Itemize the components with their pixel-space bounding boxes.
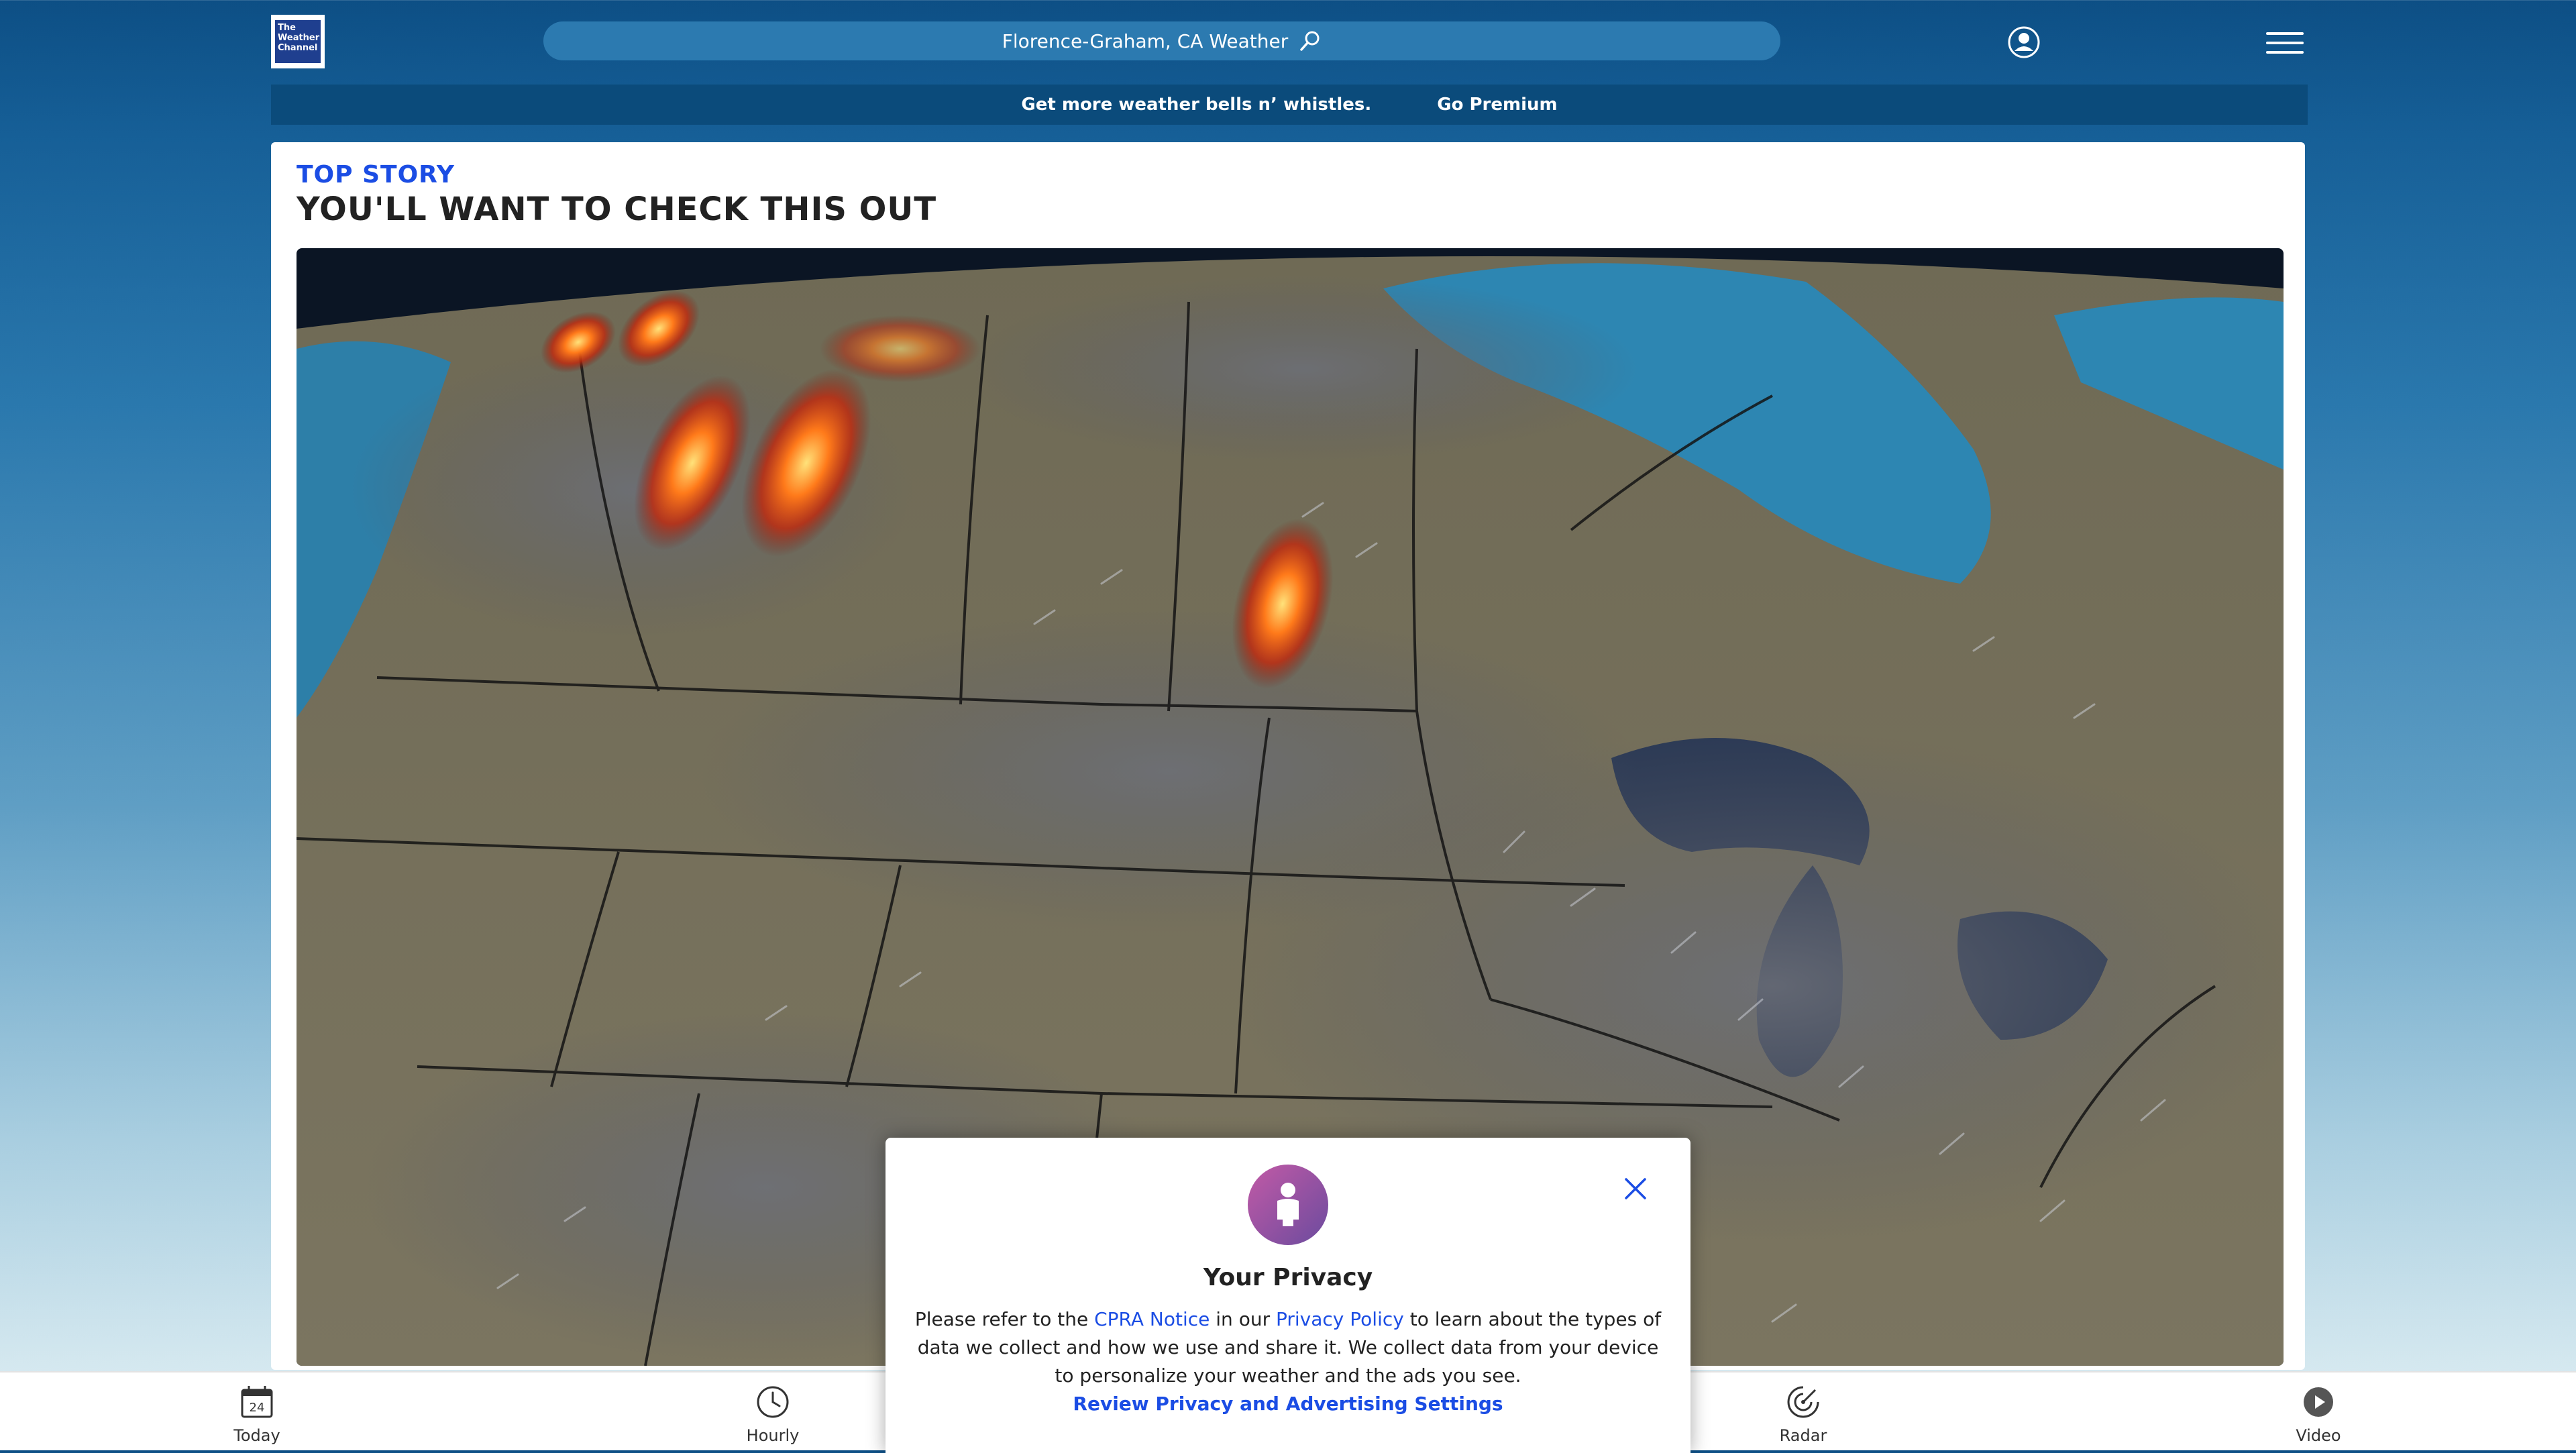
privacy-text-1: Please refer to the	[914, 1308, 1095, 1330]
search-location-text: Florence-Graham, CA Weather	[1002, 30, 1289, 52]
location-search-bar[interactable]: Florence-Graham, CA Weather	[543, 21, 1780, 60]
play-icon	[2304, 1387, 2333, 1417]
review-privacy-settings-link[interactable]: Review Privacy and Advertising Settings	[885, 1393, 1690, 1415]
calendar-icon: 24	[241, 1386, 273, 1418]
nav-today[interactable]: 24 Today	[203, 1382, 311, 1445]
privacy-policy-link[interactable]: Privacy Policy	[1276, 1308, 1404, 1330]
go-premium-link[interactable]: Go Premium	[1437, 95, 1557, 115]
calendar-badge: 24	[250, 1401, 265, 1415]
privacy-body: Please refer to the CPRA Notice in our P…	[912, 1305, 1664, 1390]
privacy-avatar-icon	[1248, 1165, 1328, 1245]
close-icon[interactable]	[1622, 1175, 1649, 1202]
privacy-text-2: in our	[1210, 1308, 1276, 1330]
nav-video-label: Video	[2296, 1426, 2341, 1445]
nav-hourly[interactable]: Hourly	[719, 1382, 826, 1445]
promo-message: Get more weather bells n’ whistles.	[1021, 95, 1372, 115]
story-headline[interactable]: YOU'LL WANT TO CHECK THIS OUT	[297, 191, 936, 228]
nav-hourly-label: Hourly	[746, 1426, 800, 1445]
account-icon[interactable]	[2007, 25, 2041, 59]
premium-promo-bar: Get more weather bells n’ whistles. Go P…	[271, 85, 2308, 125]
nav-video[interactable]: Video	[2265, 1382, 2372, 1445]
radar-icon	[1787, 1386, 1819, 1418]
search-icon	[1300, 31, 1320, 51]
hamburger-menu-icon[interactable]	[2266, 30, 2304, 56]
logo-text: The Weather Channel	[275, 20, 321, 63]
clock-icon	[757, 1386, 789, 1418]
site-header: The Weather Channel Florence-Graham, CA …	[0, 0, 2576, 83]
privacy-title: Your Privacy	[1203, 1264, 1373, 1291]
weather-channel-logo[interactable]: The Weather Channel	[271, 15, 325, 68]
cpra-notice-link[interactable]: CPRA Notice	[1094, 1308, 1210, 1330]
story-kicker: TOP STORY	[297, 161, 455, 189]
nav-radar[interactable]: Radar	[1750, 1382, 1857, 1445]
privacy-dialog: Your Privacy Please refer to the CPRA No…	[885, 1138, 1690, 1453]
nav-radar-label: Radar	[1779, 1426, 1827, 1445]
nav-today-label: Today	[233, 1426, 280, 1445]
